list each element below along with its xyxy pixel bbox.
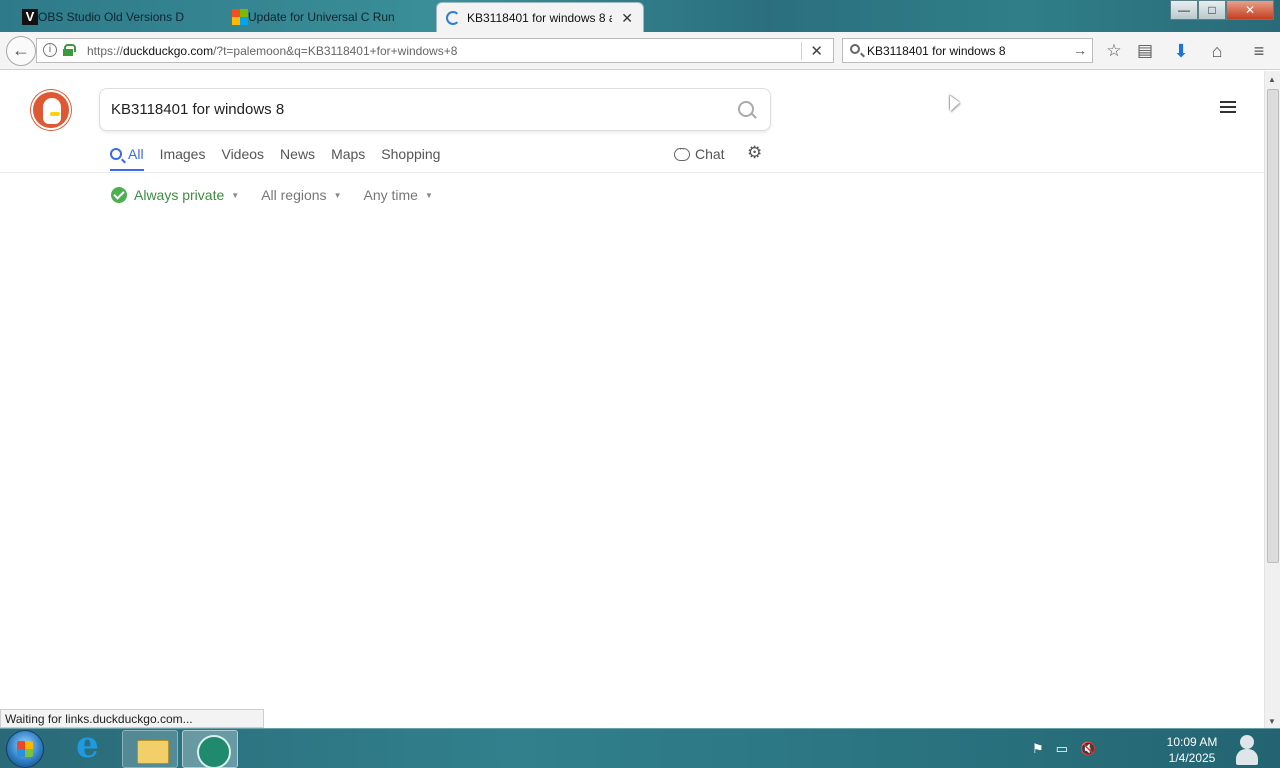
search-icon [110,148,122,160]
tab-news[interactable]: News [280,146,315,171]
browser-search-bar[interactable]: KB3118401 for windows 8 → [842,38,1093,63]
minimize-button[interactable]: — [1170,0,1198,20]
scroll-up-icon[interactable]: ▲ [1268,75,1276,84]
back-button[interactable]: ← [6,36,36,66]
search-icon [850,44,860,54]
chat-link[interactable]: Chat [674,143,725,162]
time-label: Any time [363,187,418,203]
region-label: All regions [261,187,327,203]
user-avatar-icon[interactable] [1228,731,1266,767]
bookmarks-menu-icon[interactable]: ▤ [1134,40,1156,62]
page-content: All Images Videos News Maps Shopping Cha… [0,71,1264,728]
tab-title: Update for Universal C Run [248,10,395,24]
search-input[interactable] [111,101,711,118]
tab-active-kb3118401[interactable]: KB3118401 for windows 8 at ✕ [436,2,644,32]
caret-down-icon: ▼ [333,190,342,200]
stop-loading-icon[interactable]: ✕ [810,42,823,60]
window-controls: — □ ✕ [1170,0,1274,20]
windows-logo-icon [232,9,248,25]
lock-icon [63,44,76,56]
network-icon[interactable]: ▭ [1056,741,1068,757]
site-info-icon[interactable]: i [43,43,57,57]
volume-muted-icon[interactable]: 🔇 [1080,741,1096,757]
chat-bubble-icon [674,143,690,161]
system-tray: ⚑ ▭ 🔇 [1032,741,1108,757]
tab-maps[interactable]: Maps [331,146,365,171]
tab-shopping[interactable]: Shopping [381,146,440,171]
tab-strip: V OBS Studio Old Versions D Update for U… [0,0,1280,32]
scroll-thumb[interactable] [1267,89,1279,563]
clock-date: 1/4/2025 [1168,751,1216,765]
v-logo-icon: V [22,9,38,25]
divider [0,172,1264,173]
time-filter[interactable]: Any time ▼ [363,187,432,203]
start-button[interactable] [6,730,44,768]
chat-label: Chat [695,146,725,162]
search-submit-icon[interactable] [738,101,756,119]
search-tabs: All Images Videos News Maps Shopping [110,146,456,171]
loading-spinner-icon [446,11,460,25]
action-center-flag-icon[interactable]: ⚑ [1032,741,1044,757]
url-text: https://duckduckgo.com/?t=palemoon&q=KB3… [87,44,458,58]
search-box [99,88,771,131]
privacy-label: Always private [134,187,225,203]
browser-search-text: KB3118401 for windows 8 [867,44,1006,58]
taskbar: ⚑ ▭ 🔇 10:09 AM 1/4/2025 [0,724,1280,768]
search-go-icon[interactable]: → [1073,42,1087,58]
url-separator [801,42,802,60]
tab-close-icon[interactable]: ✕ [621,10,633,27]
pale-moon-browser-icon[interactable] [182,730,238,768]
home-icon[interactable]: ⌂ [1206,40,1228,62]
tab-images[interactable]: Images [160,146,206,171]
vertical-scrollbar[interactable]: ▲ ▼ [1264,71,1280,728]
privacy-filter[interactable]: Always private ▼ [111,187,239,203]
mouse-cursor-icon [950,95,960,119]
clock[interactable]: 10:09 AM 1/4/2025 [1158,734,1226,766]
maximize-button[interactable]: □ [1198,0,1226,20]
check-circle-icon [111,187,127,203]
tab-all[interactable]: All [110,146,144,171]
download-icon[interactable]: ⬇ [1170,40,1192,62]
caret-down-icon: ▼ [424,190,433,200]
region-filter[interactable]: All regions ▼ [261,187,341,203]
clock-time: 10:09 AM [1166,735,1218,749]
close-window-button[interactable]: ✕ [1226,0,1274,20]
caret-down-icon: ▼ [231,190,240,200]
internet-explorer-icon[interactable] [62,724,118,768]
tab-universal-c-runtime[interactable]: Update for Universal C Run [226,2,426,32]
address-bar[interactable]: i https://duckduckgo.com/?t=palemoon&q=K… [36,38,834,63]
status-text: Waiting for links.duckduckgo.com... [0,709,264,728]
hamburger-menu-icon[interactable] [1220,101,1236,115]
settings-gear-icon[interactable]: ⚙ [747,144,765,162]
tab-obs-studio[interactable]: V OBS Studio Old Versions D [16,2,216,32]
tab-title: KB3118401 for windows 8 at [467,10,612,25]
duckduckgo-logo[interactable] [31,90,71,130]
file-explorer-icon[interactable] [122,730,178,768]
tab-videos[interactable]: Videos [221,146,264,171]
bookmark-star-icon[interactable]: ☆ [1103,40,1125,62]
search-filters: Always private ▼ All regions ▼ Any time … [111,187,455,203]
scroll-down-icon[interactable]: ▼ [1268,717,1276,726]
browser-menu-icon[interactable]: ≡ [1248,40,1270,62]
tab-title: OBS Studio Old Versions D [38,10,185,24]
navigation-toolbar: ← i https://duckduckgo.com/?t=palemoon&q… [0,32,1280,70]
